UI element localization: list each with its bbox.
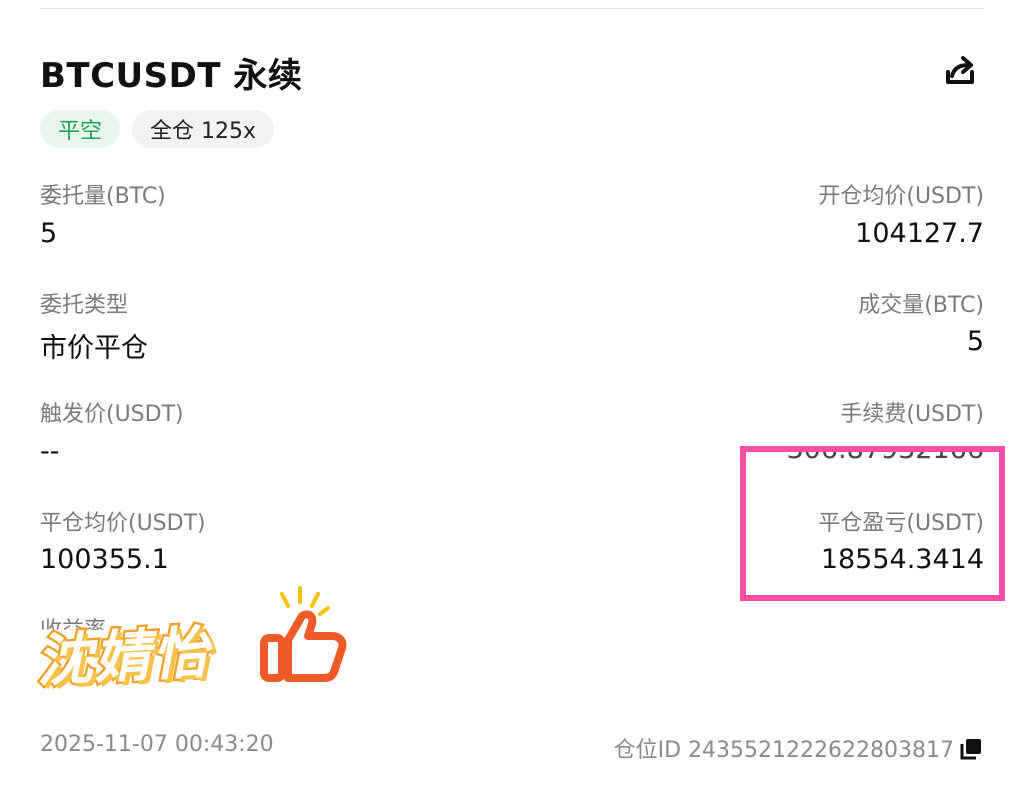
close-avg-price-value: 100355.1 xyxy=(40,544,169,575)
fee-label: 手续费(USDT) xyxy=(840,402,984,427)
top-divider xyxy=(40,8,984,9)
filled-qty-label: 成交量(BTC) xyxy=(858,293,984,318)
side-badge: 平空 xyxy=(40,110,121,148)
order-qty-value: 5 xyxy=(40,218,58,249)
trigger-price-label: 触发价(USDT) xyxy=(40,402,184,427)
order-type-value: 市价平仓 xyxy=(40,333,148,364)
open-avg-price-value: 104127.7 xyxy=(855,218,984,249)
pnl-highlight-box xyxy=(740,446,1005,601)
order-qty-label: 委托量(BTC) xyxy=(40,184,166,209)
filled-qty-value: 5 xyxy=(966,326,984,357)
open-avg-price-label: 开仓均价(USDT) xyxy=(818,184,984,209)
order-type-label: 委托类型 xyxy=(40,293,129,318)
copy-icon[interactable] xyxy=(958,736,984,762)
close-avg-price-label: 平仓均价(USDT) xyxy=(40,511,206,536)
margin-mode-badge: 全仓 125x xyxy=(132,110,275,148)
tag-row: 平空 全仓 125x xyxy=(40,110,275,148)
order-timestamp: 2025-11-07 00:43:20 xyxy=(40,732,274,757)
position-id: 仓位ID 2435521222622803817 xyxy=(613,738,954,763)
thumbs-up-icon xyxy=(260,586,347,682)
share-icon[interactable] xyxy=(940,52,980,92)
order-detail-card: BTCUSDT 永续 平空 全仓 125x 委托量(BTC) 5 开仓均价(US… xyxy=(0,0,1024,798)
page-title: BTCUSDT 永续 xyxy=(40,56,303,96)
trigger-price-value: -- xyxy=(40,436,60,467)
name-sticker-fill: 沈婧怡 xyxy=(34,620,212,695)
